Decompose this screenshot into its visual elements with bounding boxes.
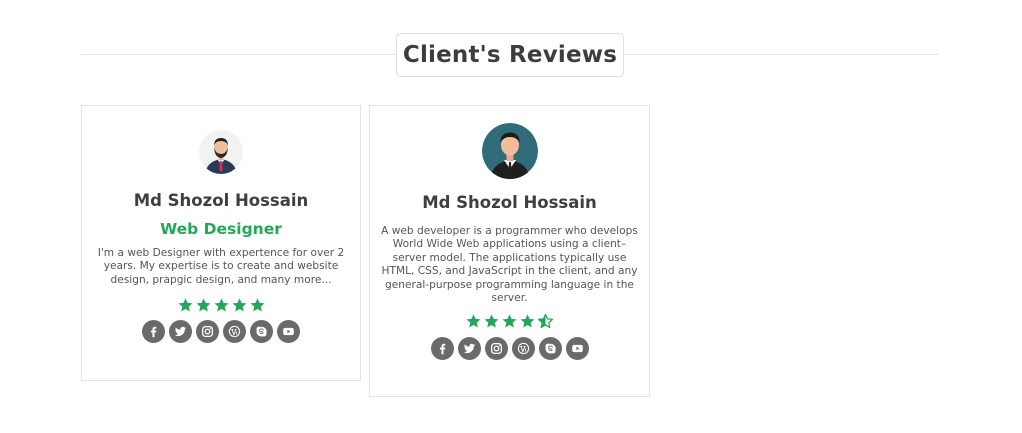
star-full-icon (520, 314, 535, 328)
youtube-icon (283, 328, 294, 336)
star-rating (465, 313, 554, 330)
skype-icon (256, 326, 267, 337)
star-half-icon (537, 314, 554, 329)
wordpress-icon (517, 343, 529, 355)
social-links (142, 320, 300, 344)
social-links (430, 337, 589, 361)
twitter-link[interactable] (169, 320, 192, 344)
instagram-icon (201, 326, 214, 338)
client-role: Web Designer (160, 220, 282, 238)
star-full-icon (232, 298, 246, 312)
wordpress-icon (228, 326, 241, 338)
youtube-link[interactable] (277, 320, 300, 344)
wordpress-link[interactable] (223, 320, 246, 344)
client-avatar (481, 123, 538, 179)
wordpress-link[interactable] (511, 337, 535, 361)
client-name: Md Shozol Hossain (422, 193, 597, 212)
skype-link[interactable] (250, 320, 273, 344)
star-full-icon (466, 314, 481, 328)
star-full-icon (484, 314, 499, 328)
star-full-icon (196, 298, 210, 312)
instagram-link[interactable] (196, 320, 219, 344)
star-rating (177, 297, 266, 314)
star-full-icon (178, 298, 192, 312)
facebook-icon (150, 327, 157, 338)
star-full-icon (214, 298, 228, 312)
instagram-icon (490, 343, 502, 355)
youtube-link[interactable] (565, 337, 589, 361)
twitter-link[interactable] (457, 337, 481, 361)
skype-icon (544, 343, 556, 354)
section-title-box: Client's Reviews (396, 33, 624, 77)
review-text: I'm a web Designer with expertence for o… (97, 247, 345, 286)
review-card: Md Shozol Hossain A web developer is a p… (369, 105, 650, 397)
twitter-icon (463, 344, 475, 354)
review-card: Md Shozol Hossain Web Designer I'm a web… (81, 105, 361, 381)
star-full-icon (250, 298, 264, 312)
star-full-icon (502, 314, 517, 328)
youtube-icon (571, 345, 583, 353)
facebook-icon (439, 344, 445, 355)
review-text: A web developer is a programmer who deve… (381, 225, 638, 305)
facebook-link[interactable] (142, 320, 165, 344)
section-header: Client's Reviews (0, 0, 1022, 110)
facebook-link[interactable] (430, 337, 454, 361)
skype-link[interactable] (538, 337, 562, 361)
client-name: Md Shozol Hossain (133, 191, 309, 210)
twitter-icon (174, 327, 187, 337)
instagram-link[interactable] (484, 337, 508, 361)
section-title: Client's Reviews (402, 42, 618, 68)
client-avatar (199, 130, 243, 174)
